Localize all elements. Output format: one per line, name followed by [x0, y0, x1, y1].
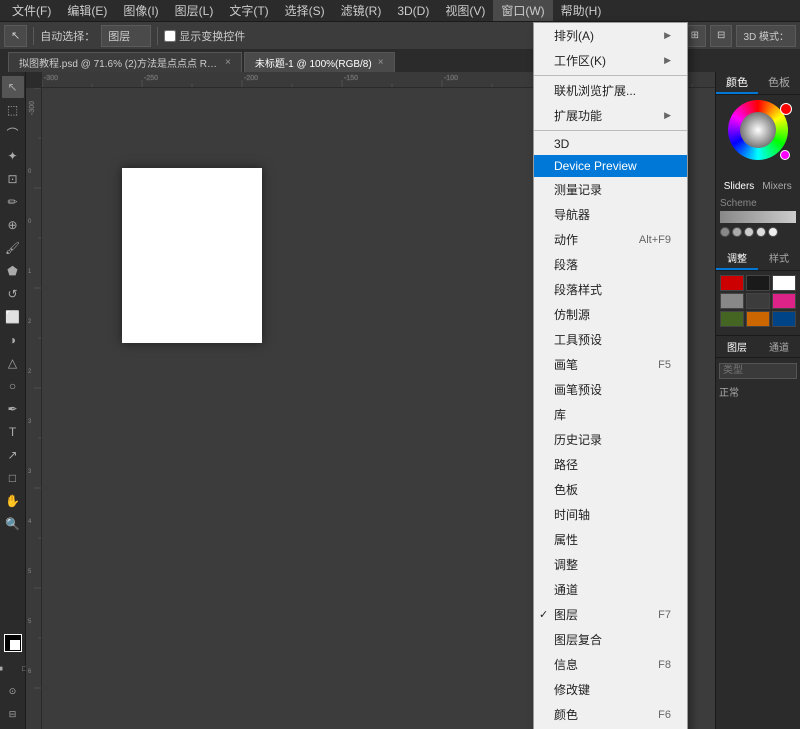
window-dropdown-menu: 排列(A) 工作区(K) 联机浏览扩展... 扩展功能 3D Device Pr…: [533, 22, 688, 729]
menu-brush-presets[interactable]: 画笔预设: [534, 377, 687, 402]
menu-properties[interactable]: 属性: [534, 527, 687, 552]
menu-paragraph-styles[interactable]: 段落样式: [534, 277, 687, 302]
menu-timeline[interactable]: 时间轴: [534, 502, 687, 527]
menu-history[interactable]: 历史记录: [534, 427, 687, 452]
menu-actions[interactable]: 动作 Alt+F9: [534, 227, 687, 252]
menu-browse-online[interactable]: 联机浏览扩展...: [534, 78, 687, 103]
menu-arrange[interactable]: 排列(A): [534, 23, 687, 48]
menu-sep-2: [534, 130, 687, 131]
menu-swatches[interactable]: 色板: [534, 477, 687, 502]
menu-paragraph[interactable]: 段落: [534, 252, 687, 277]
menu-extensions[interactable]: 扩展功能: [534, 103, 687, 128]
menu-info[interactable]: 信息 F8: [534, 652, 687, 677]
menu-brush[interactable]: 画笔 F5: [534, 352, 687, 377]
menu-modifier-keys[interactable]: 修改键: [534, 677, 687, 702]
menu-sep-1: [534, 75, 687, 76]
menu-workspace[interactable]: 工作区(K): [534, 48, 687, 73]
menu-color[interactable]: 颜色 F6: [534, 702, 687, 727]
menu-adjustments[interactable]: 调整: [534, 552, 687, 577]
menu-clone-source[interactable]: 仿制源: [534, 302, 687, 327]
menu-measurement-log[interactable]: 测量记录: [534, 177, 687, 202]
menu-layers[interactable]: ✓ 图层 F7: [534, 602, 687, 627]
menu-libraries[interactable]: 库: [534, 402, 687, 427]
menu-device-preview[interactable]: Device Preview: [534, 155, 687, 177]
menu-paths[interactable]: 路径: [534, 452, 687, 477]
menu-layer-comps[interactable]: 图层复合: [534, 627, 687, 652]
menu-channels[interactable]: 通道: [534, 577, 687, 602]
layers-check-icon: ✓: [539, 608, 548, 621]
menu-3d[interactable]: 3D: [534, 133, 687, 155]
menu-navigator[interactable]: 导航器: [534, 202, 687, 227]
dropdown-overlay[interactable]: 排列(A) 工作区(K) 联机浏览扩展... 扩展功能 3D Device Pr…: [0, 0, 800, 729]
menu-tool-presets[interactable]: 工具预设: [534, 327, 687, 352]
